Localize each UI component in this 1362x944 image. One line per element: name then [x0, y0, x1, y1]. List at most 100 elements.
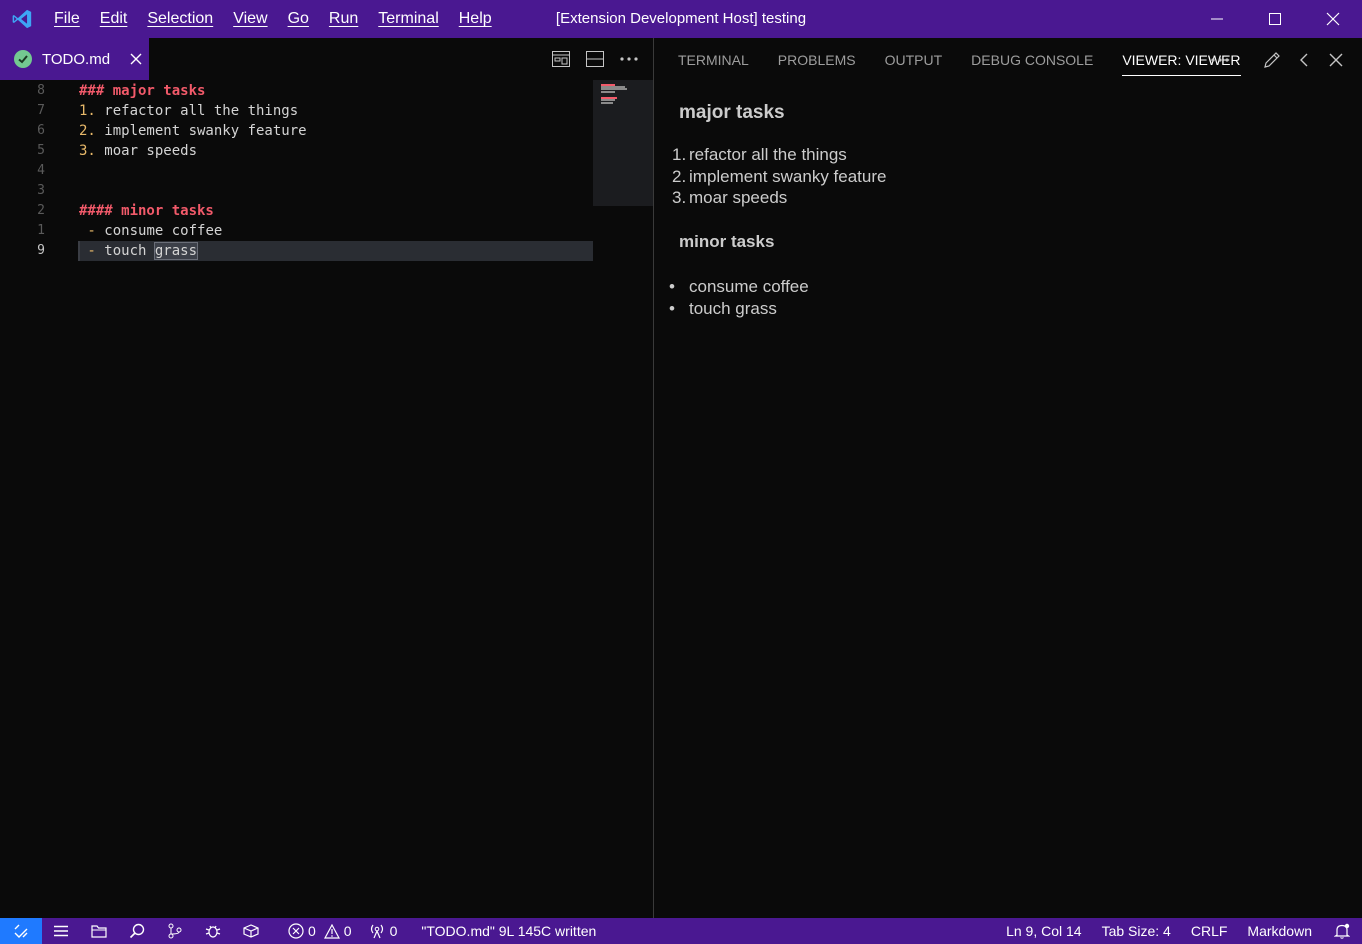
source-control-icon [168, 923, 182, 939]
explorer-button[interactable] [80, 918, 118, 944]
search-button[interactable] [118, 918, 156, 944]
code-token: touch [104, 243, 155, 259]
package-icon [243, 924, 259, 938]
edit-button[interactable] [1262, 50, 1282, 70]
close-icon [1326, 12, 1340, 26]
title-bar: File Edit Selection View Go Run Terminal Help [… [0, 0, 1362, 38]
menu-item-view[interactable]: View [223, 10, 277, 28]
menu-item-terminal[interactable]: Terminal [368, 10, 448, 28]
line-number: 3 [37, 183, 45, 198]
code-line[interactable]: 5 3. moar speeds [0, 141, 593, 161]
check-circle-icon [14, 50, 32, 68]
status-right: Ln 9, Col 14 Tab Size: 4 CRLF Markdown [996, 918, 1362, 944]
extensions-button[interactable] [232, 918, 270, 944]
line-content: 2. implement swanky feature [79, 121, 307, 141]
menu-bar: File Edit Selection View Go Run Terminal Help [44, 0, 502, 38]
minimap[interactable] [593, 80, 653, 206]
line-ending[interactable]: CRLF [1181, 918, 1238, 944]
viewer-heading-minor: minor tasks [679, 232, 775, 251]
bullet-list-item: consume coffee [689, 277, 809, 296]
line-number: 9 [37, 243, 45, 258]
debug-button[interactable] [194, 918, 232, 944]
search-icon [129, 923, 145, 939]
ordered-list-item: refactor all the things [689, 145, 847, 164]
panel-actions [1262, 38, 1346, 82]
ordered-list-item: implement swanky feature [689, 166, 887, 186]
editor-actions [551, 38, 639, 80]
menu-button[interactable] [42, 918, 80, 944]
code-token: implement swanky feature [95, 123, 307, 139]
cursor-position[interactable]: Ln 9, Col 14 [996, 918, 1092, 944]
line-content: #### minor tasks [79, 201, 214, 221]
bug-icon [205, 925, 221, 938]
line-number: 6 [37, 123, 45, 138]
back-button[interactable] [1294, 50, 1314, 70]
minimize-button[interactable] [1188, 0, 1246, 38]
more-actions-button[interactable] [619, 49, 639, 69]
code-line[interactable]: 3 [0, 181, 593, 201]
close-icon [130, 53, 142, 65]
ellipsis-icon [1211, 58, 1229, 62]
menu-item-edit[interactable]: Edit [90, 10, 138, 28]
notifications-button[interactable] [1322, 918, 1362, 944]
code-line[interactable]: 9 - touch grass [0, 241, 593, 261]
code-token: moar speeds [95, 143, 198, 159]
line-content: ### major tasks [79, 81, 205, 101]
problems-status[interactable]: 0 0 [280, 918, 360, 944]
panel-tab-terminal[interactable]: TERMINAL [678, 38, 749, 82]
split-editor-icon [586, 51, 604, 67]
code-token: - [79, 243, 105, 259]
tab-size[interactable]: Tab Size: 4 [1092, 918, 1181, 944]
code-editor[interactable]: 8 ### major tasks 7 1. refactor all the thi… [0, 80, 653, 918]
tab-todo-md[interactable]: TODO.md [0, 38, 149, 80]
code-token: 2. [79, 123, 96, 139]
vscode-logo-icon [0, 0, 44, 38]
open-preview-button[interactable] [551, 49, 571, 69]
broadcast-icon [370, 924, 383, 939]
close-window-button[interactable] [1304, 0, 1362, 38]
line-content: 3. moar speeds [79, 141, 197, 161]
tab-label: TODO.md [42, 50, 111, 68]
code-line[interactable]: 8 ### major tasks [0, 81, 593, 101]
menu-item-help[interactable]: Help [449, 10, 502, 28]
remote-icon [14, 924, 28, 938]
language-mode[interactable]: Markdown [1237, 918, 1322, 944]
panel-tab-problems[interactable]: PROBLEMS [778, 38, 856, 82]
menu-item-selection[interactable]: Selection [137, 10, 223, 28]
panel-tab-debug-console[interactable]: DEBUG CONSOLE [971, 38, 1093, 82]
panel-tabs: TERMINAL PROBLEMS OUTPUT DEBUG CONSOLE VIEWE… [654, 38, 1362, 82]
code-line[interactable]: 6 2. implement swanky feature [0, 121, 593, 141]
panel: TERMINAL PROBLEMS OUTPUT DEBUG CONSOLE VIEWE… [654, 38, 1362, 918]
status-message: "TODO.md" 9L 145C written [421, 923, 597, 939]
chevron-left-icon [1300, 53, 1308, 67]
minimap-line [601, 90, 615, 93]
window-controls [1188, 0, 1362, 38]
menu-item-file[interactable]: File [44, 10, 90, 28]
code-token: 1. [79, 103, 96, 119]
source-control-button[interactable] [156, 918, 194, 944]
bell-icon [1334, 923, 1350, 939]
code-line[interactable]: 4 [0, 161, 593, 181]
text-selection: grass [153, 242, 199, 260]
menu-item-run[interactable]: Run [319, 10, 368, 28]
remote-indicator[interactable] [0, 918, 42, 944]
maximize-button[interactable] [1246, 0, 1304, 38]
panel-tab-output[interactable]: OUTPUT [885, 38, 943, 82]
ports-status[interactable]: 0 [360, 918, 406, 944]
menu-item-go[interactable]: Go [278, 10, 319, 28]
ordered-list-marker: 3. [672, 188, 687, 207]
split-editor-button[interactable] [585, 49, 605, 69]
minimap-line [601, 101, 613, 104]
code-token: ### major tasks [79, 83, 206, 99]
code-line[interactable]: 2 #### minor tasks [0, 201, 593, 221]
code-token: consume coffee [104, 223, 223, 239]
code-token: refactor all the things [95, 103, 299, 119]
panel-more-button[interactable] [1210, 50, 1230, 70]
ports-count: 0 [389, 923, 398, 939]
close-panel-button[interactable] [1326, 50, 1346, 70]
code-line[interactable]: 1 - consume coffee [0, 221, 593, 241]
pencil-icon [1264, 52, 1280, 68]
code-line[interactable]: 7 1. refactor all the things [0, 101, 593, 121]
line-content: - touch grass [79, 241, 199, 261]
tab-close-button[interactable] [130, 53, 142, 65]
